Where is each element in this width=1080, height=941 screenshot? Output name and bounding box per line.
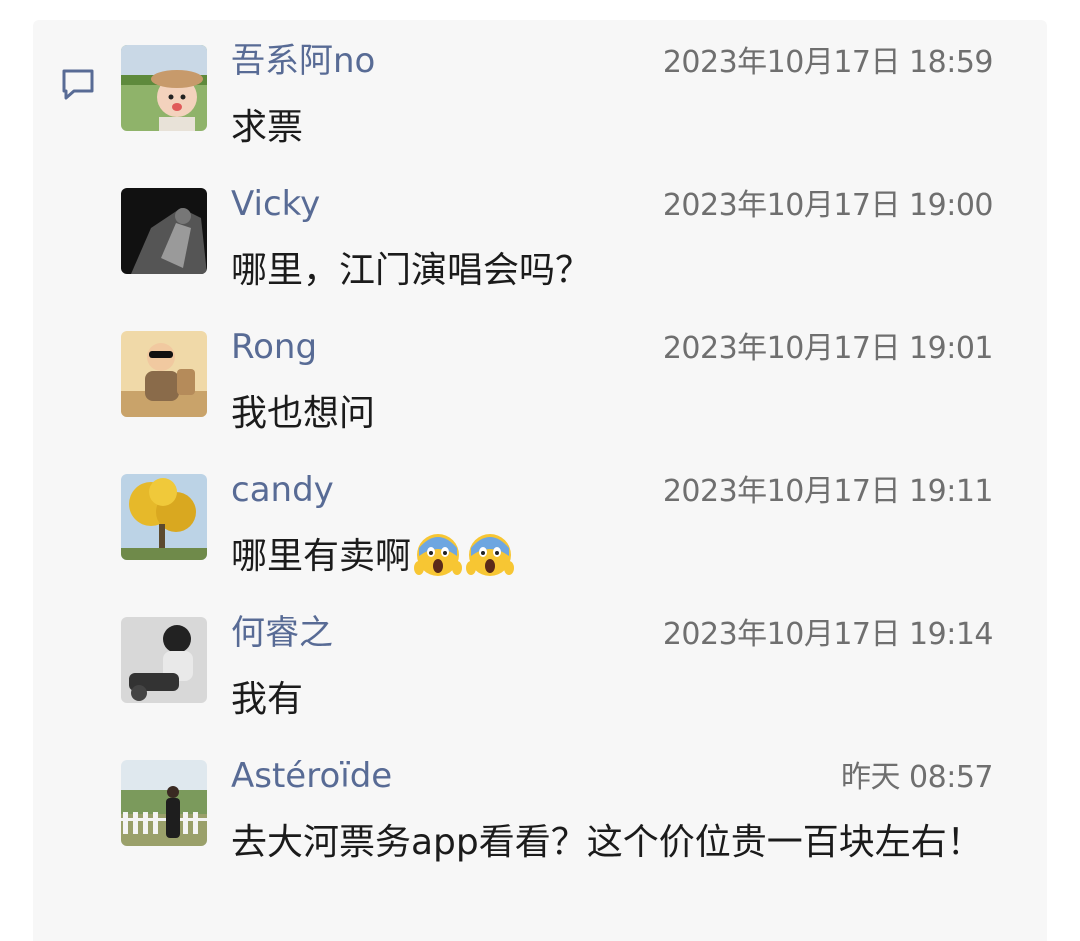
comment-author[interactable]: Vicky (231, 182, 320, 226)
screaming-face-emoji (466, 534, 515, 576)
comment-text: 我也想问 (231, 393, 376, 434)
comment-text: 求票 (231, 107, 304, 148)
comment-bubble-icon (62, 69, 94, 100)
comment-text: 去大河票务app看看？这个价位贵一百块左右！ (231, 822, 983, 863)
comment-text: 哪里，江门演唱会吗？ (231, 250, 592, 291)
avatar-girl-hat-icon[interactable] (121, 45, 207, 131)
comment-author[interactable]: candy (231, 468, 334, 512)
comment-time: 昨天 08:57 (841, 760, 994, 795)
avatar-cartoon-kid-icon[interactable] (121, 331, 207, 417)
comment-time: 2023年10月17日 18:59 (662, 45, 994, 80)
screaming-face-emoji (414, 534, 463, 576)
comment-author[interactable]: Astéroïde (231, 754, 392, 798)
avatar-yellow-tree-icon[interactable] (121, 474, 207, 560)
comment-author[interactable]: 何睿之 (231, 611, 333, 655)
comment-time: 2023年10月17日 19:11 (662, 474, 994, 509)
comment-text: 哪里有卖啊 (231, 526, 1001, 588)
comment-time: 2023年10月17日 19:01 (662, 331, 994, 366)
comment-time: 2023年10月17日 19:14 (662, 617, 994, 652)
comment-author[interactable]: Rong (231, 325, 317, 369)
avatar-motorbike-rider-icon[interactable] (121, 617, 207, 703)
comment-text: 我有 (231, 679, 304, 720)
avatar-dark-photo-icon[interactable] (121, 188, 207, 274)
comment-time: 2023年10月17日 19:00 (662, 188, 994, 223)
avatar-fence-person-icon[interactable] (121, 760, 207, 846)
comment-text-content: 哪里有卖啊 (231, 536, 412, 577)
comment-author[interactable]: 吾系阿no (231, 39, 375, 83)
